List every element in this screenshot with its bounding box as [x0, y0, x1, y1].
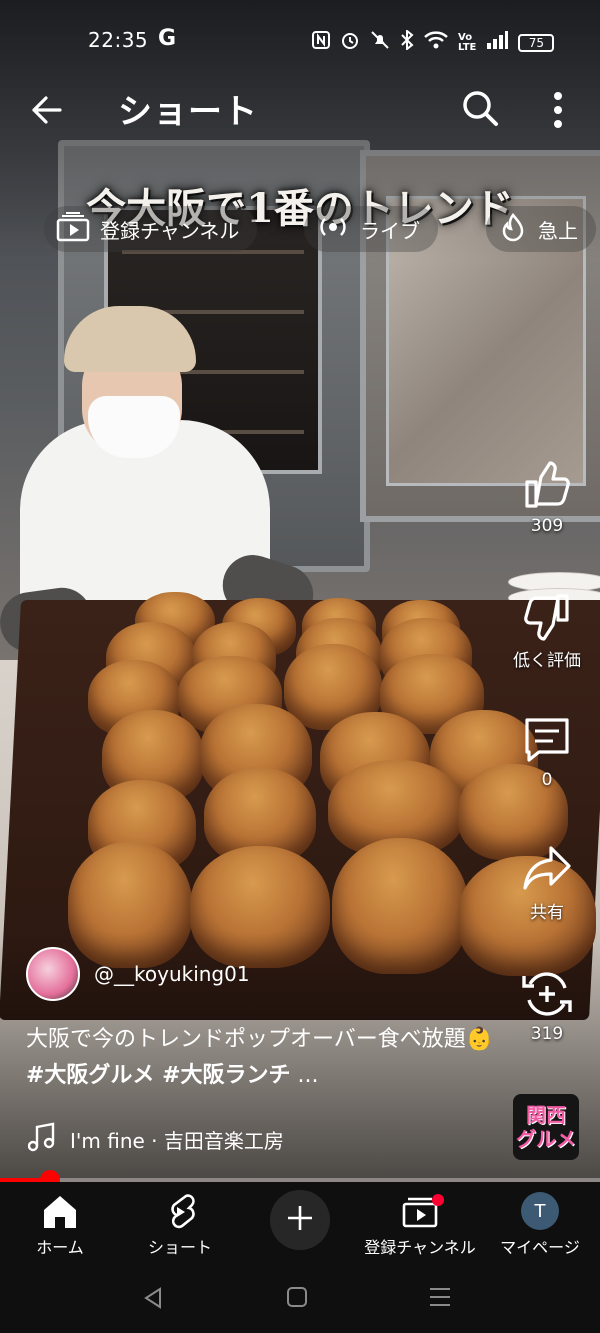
clock: 22:35	[88, 28, 149, 52]
notification-dot	[432, 1194, 444, 1206]
filter-chips: 登録チャンネル ライブ 急上	[0, 206, 600, 254]
wifi-icon	[424, 31, 448, 54]
create-button[interactable]	[270, 1190, 330, 1250]
back-triangle-icon[interactable]	[142, 1286, 164, 1314]
home-square-icon[interactable]	[286, 1286, 308, 1312]
music-row[interactable]: I'm fine · 吉田音楽工房	[27, 1122, 284, 1157]
battery-indicator: 75	[518, 33, 555, 52]
nav-subscriptions[interactable]: 登録チャンネル	[360, 1188, 480, 1258]
nfc-icon	[312, 31, 330, 54]
trending-icon	[498, 212, 528, 247]
status-bar: 22:35 G Vo LTE 75	[0, 22, 600, 62]
system-navigation-bar	[0, 1264, 600, 1333]
channel-avatar[interactable]	[26, 947, 80, 1001]
alarm-icon	[340, 30, 360, 55]
music-note-icon	[27, 1122, 56, 1157]
google-indicator: G	[158, 26, 177, 51]
music-title: I'm fine · 吉田音楽工房	[70, 1129, 284, 1153]
home-icon	[40, 1192, 80, 1232]
nav-shorts[interactable]: ショート	[120, 1188, 240, 1258]
chip-trending[interactable]: 急上	[486, 206, 596, 252]
shorts-icon	[160, 1192, 200, 1232]
comments-button[interactable]: 0	[508, 714, 586, 790]
share-button[interactable]: 共有	[508, 842, 586, 923]
mute-icon	[370, 30, 390, 55]
thumb-up-icon	[521, 460, 573, 512]
description-ellipsis: ...	[297, 1063, 319, 1088]
subscriptions-icon	[56, 211, 90, 247]
remix-icon	[521, 968, 573, 1020]
chip-subscriptions[interactable]: 登録チャンネル	[44, 206, 258, 252]
hashtags[interactable]: #大阪グルメ #大阪ランチ	[26, 1063, 291, 1088]
top-header: ショート	[0, 78, 600, 138]
thumb-down-icon	[521, 590, 573, 642]
shorts-screen: 今大阪で1番のトレンド 22:35 G Vo LTE 75 ショート 登録チャン…	[0, 0, 600, 1333]
video-description[interactable]: 大阪で今のトレンドポップオーバー食べ放題👶#大阪グルメ #大阪ランチ ...	[26, 1022, 496, 1094]
subscriptions-icon	[400, 1192, 444, 1232]
comment-icon	[521, 714, 573, 766]
create-plus-icon	[285, 1203, 315, 1237]
bluetooth-icon	[400, 28, 414, 55]
channel-row[interactable]: @__koyuking01	[26, 946, 250, 1002]
volte-icon: Vo LTE	[458, 31, 477, 53]
like-button[interactable]: 309	[508, 460, 586, 536]
page-title: ショート	[118, 92, 258, 132]
search-icon[interactable]	[458, 86, 502, 130]
bottom-navigation: ホーム ショート 登録チャンネル T マイページ	[0, 1182, 600, 1264]
back-arrow-icon[interactable]	[26, 88, 70, 132]
live-icon	[316, 212, 350, 247]
recents-icon[interactable]	[428, 1286, 452, 1312]
share-icon	[521, 842, 573, 894]
baby-emoji: 👶	[465, 1027, 494, 1052]
remix-button[interactable]: 319	[508, 968, 586, 1044]
sound-thumbnail-badge[interactable]: 関西 グルメ	[513, 1094, 579, 1160]
more-vert-icon[interactable]	[540, 86, 576, 130]
chip-live[interactable]: ライブ	[304, 206, 438, 252]
dislike-button[interactable]: 低く評価	[508, 590, 586, 671]
signal-icon	[486, 31, 509, 54]
nav-my-page[interactable]: T マイページ	[480, 1188, 600, 1258]
channel-handle[interactable]: @__koyuking01	[94, 962, 250, 986]
account-avatar: T	[521, 1192, 559, 1230]
nav-home[interactable]: ホーム	[0, 1188, 120, 1258]
